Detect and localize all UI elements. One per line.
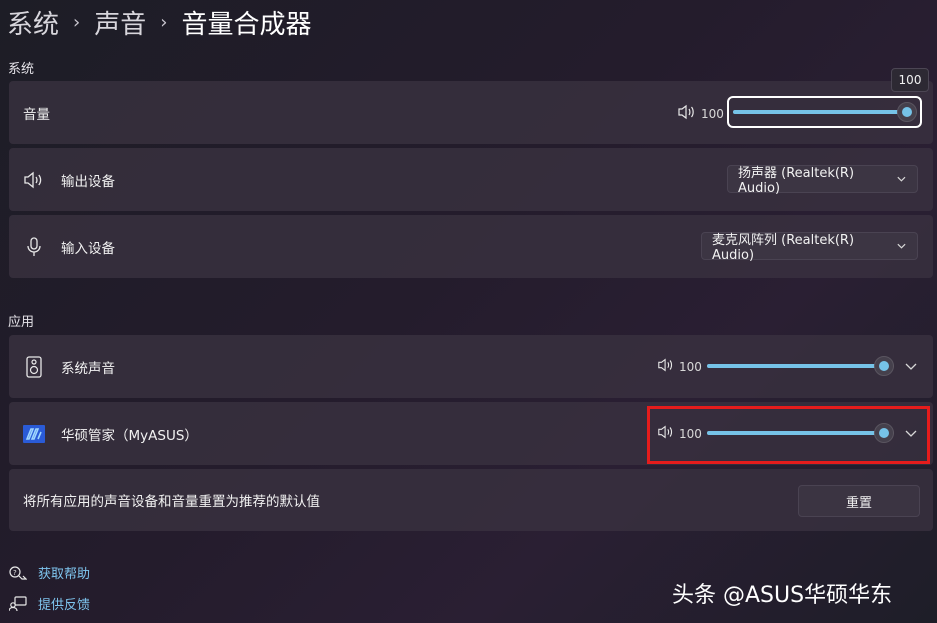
breadcrumb-system[interactable]: 系统 xyxy=(7,4,59,41)
help-link-label: 获取帮助 xyxy=(38,567,91,582)
output-device-value: 扬声器 (Realtek(R) Audio) xyxy=(738,166,855,196)
app-volume-slider[interactable] xyxy=(707,356,894,376)
input-device-label: 输入设备 xyxy=(61,240,115,257)
breadcrumb: 系统 › 声音 › 音量合成器 xyxy=(7,2,311,42)
breadcrumb-sound[interactable]: 声音 xyxy=(94,4,146,41)
volume-tooltip: 100 xyxy=(891,68,929,92)
section-label-system: 系统 xyxy=(8,62,35,77)
feedback-icon xyxy=(8,595,28,613)
app-volume-readout: 100 xyxy=(657,357,702,377)
volume-icon[interactable] xyxy=(677,104,697,124)
speaker-box-icon xyxy=(23,355,45,378)
section-label-apps: 应用 xyxy=(8,315,35,330)
app-name: 华硕管家（MyASUS） xyxy=(61,427,198,444)
chevron-right-icon: › xyxy=(73,11,81,33)
app-name: 系统声音 xyxy=(61,360,115,377)
feedback-link[interactable]: 提供反馈 xyxy=(8,594,90,613)
svg-text:?: ? xyxy=(13,569,17,577)
chevron-right-icon: › xyxy=(160,11,168,33)
slider-fill xyxy=(733,110,907,114)
master-volume-label: 音量 xyxy=(23,106,50,123)
chevron-down-icon xyxy=(897,243,906,249)
feedback-link-label: 提供反馈 xyxy=(38,598,91,613)
master-volume-slider[interactable] xyxy=(733,102,917,122)
reset-button[interactable]: 重置 xyxy=(798,485,920,517)
microphone-icon xyxy=(23,236,45,258)
speaker-icon xyxy=(23,169,45,191)
slider-fill xyxy=(707,364,884,368)
myasus-logo-icon xyxy=(23,423,45,445)
master-volume-readout: 100 xyxy=(677,104,724,124)
input-device-dropdown[interactable]: 麦克风阵列 (Realtek(R) Audio) xyxy=(701,232,918,263)
slider-thumb[interactable] xyxy=(897,102,917,122)
volume-icon[interactable] xyxy=(657,357,675,377)
output-device-dropdown[interactable]: 扬声器 (Realtek(R) Audio) xyxy=(727,165,918,196)
master-volume-value: 100 xyxy=(701,107,724,121)
expand-chevron-icon[interactable] xyxy=(904,359,918,373)
output-device-label: 输出设备 xyxy=(61,173,115,190)
reset-card: 将所有应用的声音设备和音量重置为推荐的默认值 xyxy=(9,469,933,531)
slider-thumb[interactable] xyxy=(874,356,894,376)
help-link[interactable]: ? 获取帮助 xyxy=(8,563,90,582)
highlight-annotation-box xyxy=(647,406,930,464)
input-device-value: 麦克风阵列 (Realtek(R) Audio) xyxy=(712,233,855,263)
page-title: 音量合成器 xyxy=(181,9,312,40)
chevron-down-icon xyxy=(897,176,906,182)
reset-description: 将所有应用的声音设备和音量重置为推荐的默认值 xyxy=(23,494,320,510)
watermark: 头条 @ASUS华硕华东 xyxy=(672,583,893,608)
help-icon: ? xyxy=(8,564,28,582)
app-volume-value: 100 xyxy=(679,360,702,374)
